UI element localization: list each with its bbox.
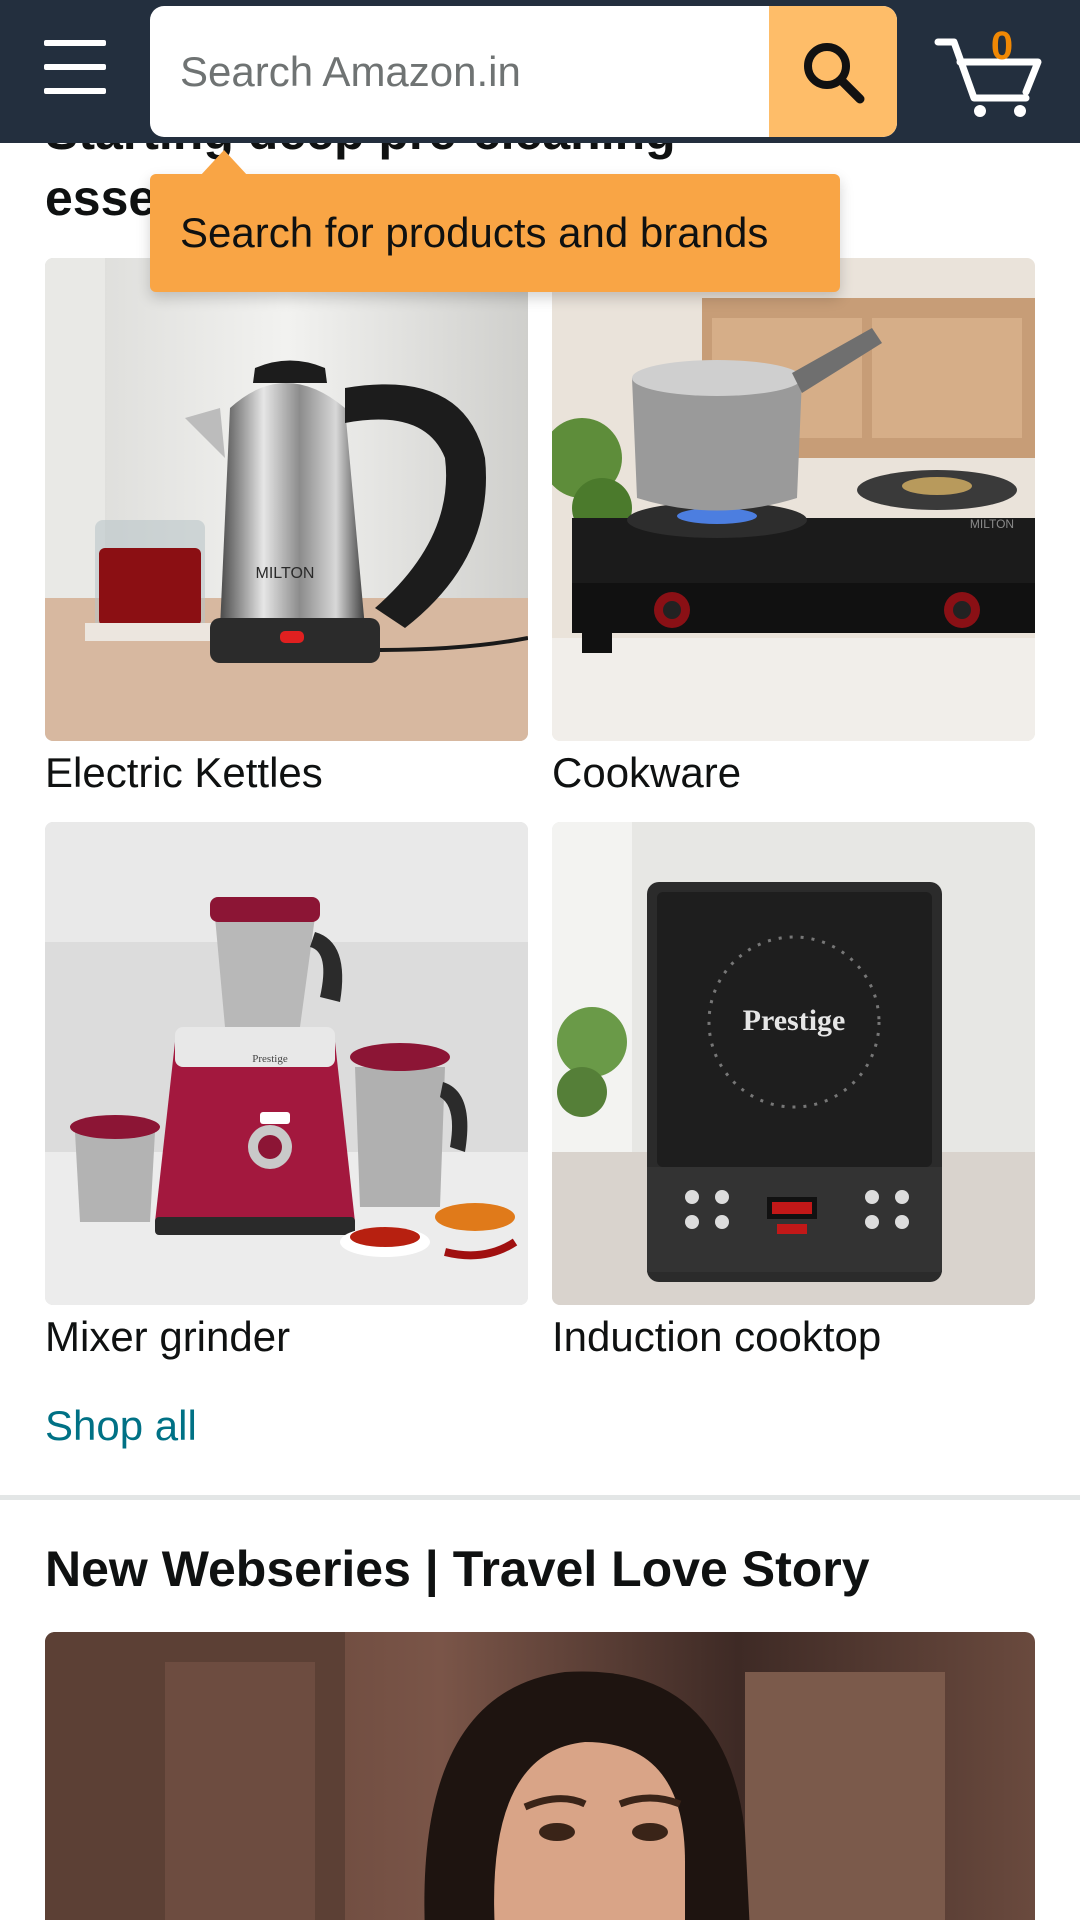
category-label[interactable]: Induction cooktop [552, 1311, 1035, 1363]
svg-text:Prestige: Prestige [252, 1053, 288, 1065]
top-header: 0 [0, 0, 1080, 143]
webseries-banner-image[interactable] [45, 1632, 1035, 1920]
tooltip-text: Search for products and brands [180, 209, 769, 256]
category-card-induction-cooktop[interactable]: Prestige Induction cooktop [552, 822, 1035, 1363]
category-label[interactable]: Electric Kettles [45, 747, 528, 799]
menu-icon[interactable] [44, 38, 106, 96]
search-bar [150, 6, 897, 137]
cart-count-badge: 0 [990, 24, 1014, 68]
search-icon [804, 42, 865, 103]
mixer-grinder-image[interactable]: Prestige [45, 822, 528, 1305]
search-tooltip[interactable]: Search for products and brands [150, 174, 840, 292]
webseries-heading: New Webseries | Travel Love Story [45, 1541, 870, 1597]
search-button[interactable] [769, 6, 897, 137]
shop-all-link[interactable]: Shop all [45, 1402, 197, 1450]
svg-text:MILTON: MILTON [970, 517, 1014, 531]
cookware-image[interactable]: MILTON [552, 258, 1035, 741]
svg-text:MILTON: MILTON [256, 565, 315, 582]
svg-text:Prestige: Prestige [743, 1004, 846, 1037]
category-label[interactable]: Cookware [552, 747, 1035, 799]
category-card-mixer-grinder[interactable]: Prestige Mixer grinder [45, 822, 528, 1363]
electric-kettle-image[interactable]: MILTON [45, 258, 528, 741]
section-divider [0, 1495, 1080, 1500]
cart-button[interactable]: 0 [934, 20, 1046, 120]
search-input[interactable] [150, 6, 770, 137]
category-label[interactable]: Mixer grinder [45, 1311, 528, 1363]
tooltip-arrow [200, 150, 248, 176]
category-card-cookware[interactable]: MILTON Cookware [552, 258, 1035, 799]
category-card-electric-kettles[interactable]: MILTON Electric Kettles [45, 258, 528, 799]
induction-cooktop-image[interactable]: Prestige [552, 822, 1035, 1305]
